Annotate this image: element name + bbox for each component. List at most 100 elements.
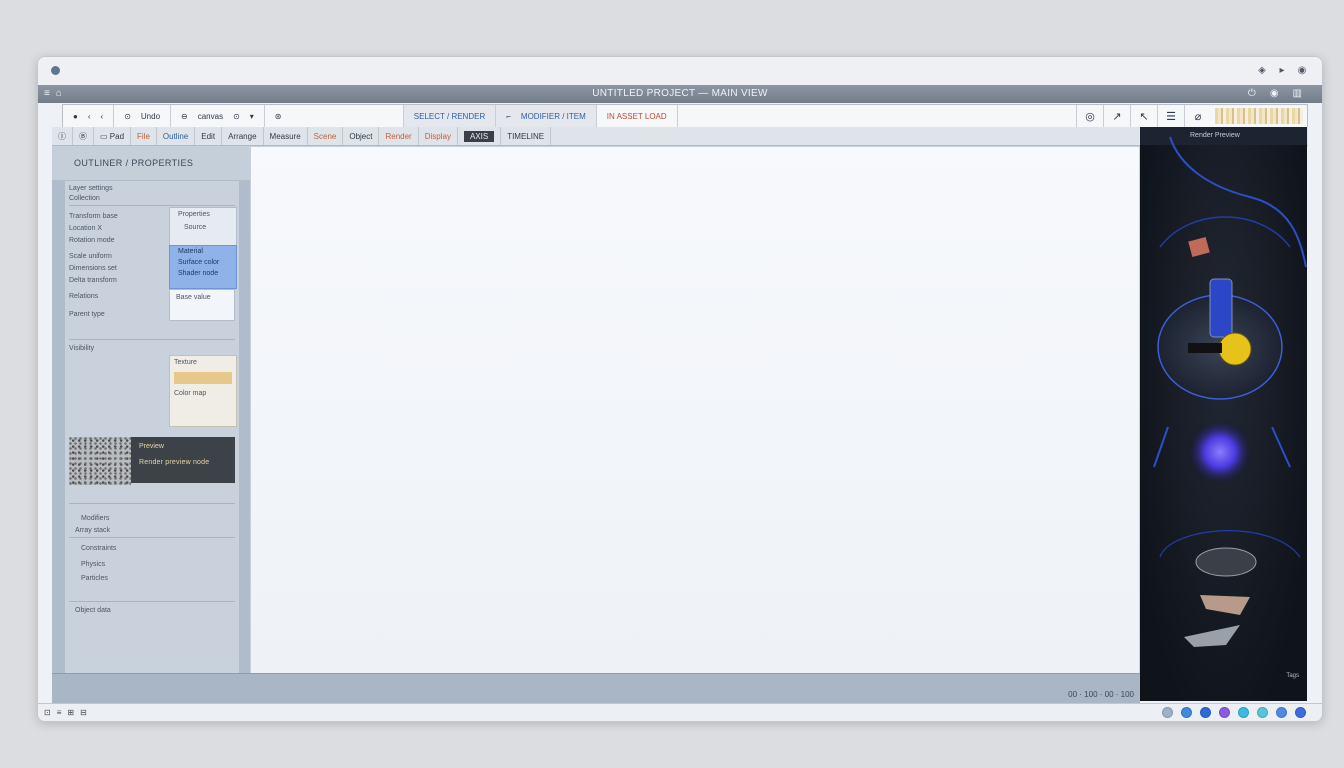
target-icon[interactable]: ⊙ <box>124 112 131 121</box>
canvas-button[interactable]: canvas <box>198 112 223 121</box>
menu-display[interactable]: Display <box>419 127 458 145</box>
selected-material-item[interactable]: Material Surface color Shader node <box>169 245 237 289</box>
tool-info[interactable]: Ⓘ <box>52 127 73 145</box>
toolbar-undo-group: ⊙ Undo <box>114 105 172 127</box>
render-panel-footer: Tags <box>1286 673 1299 679</box>
app-window: ◈ ▸ ◉ ≡ ⌂ UNTITLED PROJECT — MAIN VIEW ⏻… <box>37 56 1323 722</box>
cube-object <box>1188 236 1210 258</box>
texture-swatch[interactable] <box>174 372 232 384</box>
property-line[interactable]: Rotation mode <box>69 237 115 244</box>
property-line[interactable]: Location X <box>69 225 102 232</box>
render-preview-box[interactable]: Preview Render preview node <box>131 437 235 483</box>
settings-icon[interactable]: ⊛ <box>275 112 282 121</box>
status-dot-icon[interactable] <box>1257 707 1268 718</box>
status-dot-icon[interactable] <box>1162 707 1173 718</box>
left-panel-header: OUTLINER / PROPERTIES <box>52 146 250 180</box>
status-bar: ⊡ ≡ ⊞ ⊟ <box>38 703 1322 721</box>
corner-icon: ⌐ <box>506 111 511 121</box>
property-line[interactable]: Delta transform <box>69 277 117 284</box>
minimize-icon[interactable]: ▸ <box>1276 64 1288 76</box>
view-icon[interactable]: ⊙ <box>233 112 240 121</box>
modifier-item[interactable]: Constraints <box>81 545 116 552</box>
texture-card[interactable]: Texture Color map <box>169 355 237 427</box>
property-line[interactable]: Transform base <box>69 213 118 220</box>
toolbar-select-group[interactable]: SELECT / RENDER <box>403 105 497 127</box>
modifier-item[interactable]: Object data <box>75 607 111 614</box>
menu-outline[interactable]: Outline <box>157 127 196 145</box>
value-field[interactable]: Base value <box>169 289 235 321</box>
tool-pad[interactable]: ▭ Pad <box>94 127 132 145</box>
properties-panel: Layer settings Collection Transform base… <box>64 180 240 702</box>
modifier-item[interactable]: Modifiers <box>81 515 109 522</box>
record-icon[interactable]: ◉ <box>1270 88 1279 99</box>
close-icon[interactable]: ◉ <box>1296 64 1308 76</box>
menu-object[interactable]: Object <box>343 127 380 145</box>
forward-icon[interactable]: ‹ <box>101 112 104 121</box>
arrow-up-left-icon[interactable]: ↖ <box>1130 105 1157 127</box>
timeline-tab[interactable]: TIMELINE <box>501 127 552 145</box>
modifier-item-label[interactable]: MODIFIER / ITEM <box>521 112 586 121</box>
status-dots <box>1162 707 1306 718</box>
property-line[interactable]: Relations <box>69 293 98 300</box>
divider <box>69 537 235 538</box>
plasma-glow <box>1186 418 1254 486</box>
target-circle-icon[interactable]: ◎ <box>1076 105 1103 127</box>
toolbar-nav-group: ● ‹ ‹ <box>63 105 115 127</box>
property-line[interactable]: Collection <box>69 195 100 202</box>
property-line[interactable]: Dimensions set <box>69 265 117 272</box>
menu-edit[interactable]: Edit <box>195 127 223 145</box>
menu-measure[interactable]: Measure <box>264 127 308 145</box>
select-render-label[interactable]: SELECT / RENDER <box>414 112 485 121</box>
noise-texture-thumbnail[interactable] <box>69 437 131 485</box>
status-dot-icon[interactable] <box>1238 707 1249 718</box>
toolbar-gear-group: ⊛ <box>265 105 404 127</box>
menu-scene[interactable]: Scene <box>308 127 344 145</box>
status-dot-icon[interactable] <box>1219 707 1230 718</box>
property-line[interactable]: Scale uniform <box>69 253 112 260</box>
bullet-icon[interactable]: ● <box>73 112 78 121</box>
zoom-badge[interactable]: AXIS <box>458 127 502 145</box>
shard-object <box>1184 625 1240 647</box>
window-dot-icon[interactable] <box>51 66 60 75</box>
back-icon[interactable]: ‹ <box>88 112 91 121</box>
status-icon[interactable]: ⊞ <box>67 708 74 717</box>
diamond-icon[interactable]: ◈ <box>1256 64 1268 76</box>
render-preview-panel[interactable]: Render Preview Tags <box>1140 127 1307 701</box>
arrow-up-right-icon[interactable]: ↗ <box>1103 105 1130 127</box>
menu-arrange[interactable]: Arrange <box>222 127 264 145</box>
modifier-item[interactable]: Particles <box>81 575 108 582</box>
modifier-item[interactable]: Array stack <box>75 527 110 534</box>
preview-text: Render preview node <box>139 459 210 466</box>
main-canvas[interactable] <box>250 146 1140 674</box>
zoom-out-icon[interactable]: ⊖ <box>181 112 188 121</box>
grid-icon[interactable]: ▥ <box>1293 88 1302 99</box>
property-line[interactable]: Parent type <box>69 311 105 318</box>
property-line[interactable]: Layer settings <box>69 185 113 192</box>
diameter-icon[interactable]: ⌀ <box>1184 105 1211 127</box>
chevron-down-icon[interactable]: ▾ <box>250 112 254 121</box>
list-icon[interactable]: ☰ <box>1157 105 1184 127</box>
render-scene <box>1153 136 1307 647</box>
left-panel: OUTLINER / PROPERTIES Layer settings Col… <box>52 146 251 721</box>
menu-file[interactable]: File <box>131 127 157 145</box>
status-dot-icon[interactable] <box>1295 707 1306 718</box>
status-icon[interactable]: ⊡ <box>44 708 51 717</box>
asset-load-label[interactable]: IN ASSET LOAD <box>607 112 667 121</box>
status-icon[interactable]: ⊟ <box>80 708 87 717</box>
undo-button[interactable]: Undo <box>141 112 160 121</box>
toolbar-asset-group[interactable]: IN ASSET LOAD <box>597 105 678 127</box>
timeline-strip[interactable]: 00 · 100 · 00 · 100 <box>52 673 1140 704</box>
status-dot-icon[interactable] <box>1181 707 1192 718</box>
status-dot-icon[interactable] <box>1276 707 1287 718</box>
status-icon[interactable]: ≡ <box>57 708 62 717</box>
toolbar-modifier-group[interactable]: ⌐ MODIFIER / ITEM <box>496 105 597 127</box>
modifier-item[interactable]: Physics <box>81 561 105 568</box>
property-line[interactable]: Visibility <box>69 345 94 352</box>
card-line: Color map <box>174 390 207 397</box>
status-dot-icon[interactable] <box>1200 707 1211 718</box>
menu-render[interactable]: Render <box>379 127 419 145</box>
material-swatch-strip[interactable] <box>1215 108 1303 124</box>
tool-bold[interactable]: Ⓑ <box>73 127 94 145</box>
power-icon[interactable]: ⏻ <box>1248 88 1256 99</box>
bar-object <box>1188 343 1222 353</box>
